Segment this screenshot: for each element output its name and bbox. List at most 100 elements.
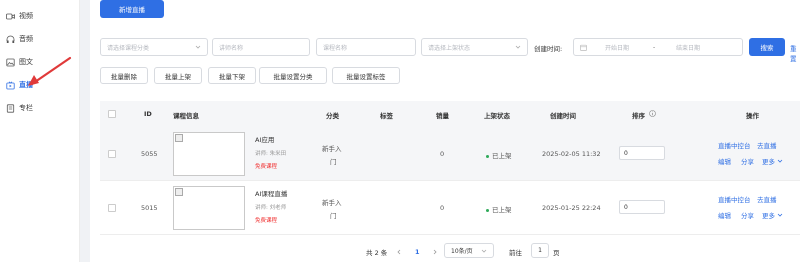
row-status: 已上架: [486, 204, 512, 214]
row-created: 2025-02-05 11:32: [542, 150, 601, 158]
header-actions: 操作: [746, 112, 759, 120]
sidebar-item-label: 音频: [19, 35, 33, 43]
goto-page-value: 1: [538, 247, 542, 254]
share-link[interactable]: 分享: [741, 156, 754, 166]
category-select[interactable]: 请选择课程分类: [100, 38, 208, 56]
sidebar-item-video[interactable]: 视频: [0, 6, 80, 26]
page-size-value: 10条/页: [451, 248, 473, 255]
more-label: 更多: [762, 212, 775, 220]
created-time-label: 创建时间:: [534, 45, 563, 53]
row-category: 新手入: [322, 199, 342, 207]
status-select[interactable]: 请选择上架状态: [421, 38, 528, 56]
sort-input[interactable]: 0: [619, 146, 665, 160]
reset-button[interactable]: 重置: [790, 43, 800, 63]
date-range-picker[interactable]: 开始日期 - 结束日期: [573, 38, 743, 56]
go-live-link[interactable]: 去直播: [757, 194, 777, 204]
go-live-link[interactable]: 去直播: [757, 140, 777, 150]
chevron-down-icon: [515, 45, 521, 49]
row-checkbox[interactable]: [108, 204, 116, 212]
edit-link[interactable]: 编辑: [718, 210, 731, 220]
header-id: ID: [144, 110, 152, 118]
teacher-placeholder: 讲师名称: [219, 44, 244, 52]
sort-input[interactable]: 0: [619, 200, 665, 214]
row-status: 已上架: [486, 150, 512, 160]
category-placeholder: 请选择课程分类: [107, 44, 150, 52]
goto-label: 前往: [509, 249, 522, 257]
row-sales: 0: [440, 204, 445, 212]
batch-set-category-button[interactable]: 批量设置分类: [259, 67, 327, 84]
header-category: 分类: [326, 112, 339, 120]
status-dot-icon: [486, 154, 489, 158]
course-title[interactable]: AI应用: [255, 134, 274, 144]
calendar-icon: [580, 44, 587, 51]
row-checkbox[interactable]: [108, 150, 116, 158]
more-dropdown[interactable]: 更多: [762, 210, 783, 220]
free-course-badge: 免费课程: [255, 218, 278, 224]
sort-value: 0: [624, 203, 628, 211]
header-status: 上架状态: [484, 112, 510, 120]
chevron-down-icon: [777, 159, 783, 163]
end-date-placeholder: 结束日期: [676, 44, 701, 52]
course-title[interactable]: AI课程直播: [255, 188, 287, 198]
share-link[interactable]: 分享: [741, 210, 754, 220]
more-label: 更多: [762, 158, 775, 166]
row-created: 2025-01-25 22:24: [542, 204, 601, 212]
sidebar-item-label: 视频: [19, 12, 33, 20]
date-range-separator: -: [653, 43, 656, 51]
search-button[interactable]: 搜索: [749, 38, 785, 56]
course-thumbnail[interactable]: [173, 186, 245, 230]
sidebar: 视频 音频 图文 直播 专栏: [0, 0, 80, 262]
edit-link[interactable]: 编辑: [718, 156, 731, 166]
info-icon[interactable]: [649, 110, 656, 117]
header-course-info: 课程信息: [173, 112, 199, 120]
red-arrow-annotation-icon: [28, 56, 72, 86]
app-window: 视频 音频 图文 直播 专栏 新增直播 请选择课程分类 讲师名称 课程名称 请选…: [0, 0, 800, 262]
broken-image-icon: [175, 134, 183, 142]
row-id: 5015: [141, 204, 158, 212]
batch-unpublish-button[interactable]: 批量下架: [208, 67, 256, 84]
live-icon: [6, 80, 15, 90]
current-page[interactable]: 1: [415, 246, 420, 258]
main-content: 新增直播 请选择课程分类 讲师名称 课程名称 请选择上架状态 创建时间: 开始日…: [90, 0, 800, 262]
chevron-down-icon: [481, 249, 487, 253]
prev-page-icon[interactable]: [396, 246, 402, 258]
batch-delete-button[interactable]: 批量删除: [100, 67, 148, 84]
page-size-select[interactable]: 10条/页: [444, 243, 494, 258]
chevron-down-icon: [195, 45, 201, 49]
course-teacher: 讲师: 刘老师: [255, 205, 287, 211]
pagination-total: 共 2 条: [366, 249, 388, 257]
row-category-wrap: 门: [330, 158, 337, 166]
batch-set-tags-button[interactable]: 批量设置标签: [332, 67, 400, 84]
goto-page-input[interactable]: 1: [531, 243, 549, 258]
live-console-link[interactable]: 直播中控台: [718, 140, 751, 150]
row-id: 5055: [141, 150, 158, 158]
broken-image-icon: [175, 188, 183, 196]
teacher-input[interactable]: 讲师名称: [212, 38, 310, 56]
status-dot-icon: [486, 208, 489, 212]
chevron-down-icon: [777, 213, 783, 217]
next-page-icon[interactable]: [432, 246, 438, 258]
video-icon: [6, 12, 15, 21]
course-name-placeholder: 课程名称: [323, 44, 348, 52]
sidebar-item-column[interactable]: 专栏: [0, 98, 80, 118]
table-row: 5015 AI课程直播 讲师: 刘老师 免费课程 新手入 门 0 已上架 202…: [100, 181, 800, 235]
course-name-input[interactable]: 课程名称: [316, 38, 416, 56]
table-row: 5055 AI应用 讲师: 朱米田 免费课程 新手入 门 0 已上架 2025-…: [100, 127, 800, 181]
sidebar-item-audio[interactable]: 音频: [0, 29, 80, 49]
header-sort: 排序: [632, 112, 645, 120]
header-tags: 标签: [380, 112, 393, 120]
batch-publish-button[interactable]: 批量上架: [154, 67, 202, 84]
table-header: ID 课程信息 分类 标签 销量 上架状态 创建时间 排序 操作: [100, 101, 800, 127]
live-console-link[interactable]: 直播中控台: [718, 194, 751, 204]
more-dropdown[interactable]: 更多: [762, 156, 783, 166]
new-live-button[interactable]: 新增直播: [100, 0, 164, 18]
course-thumbnail[interactable]: [173, 132, 245, 176]
row-category-wrap: 门: [330, 212, 337, 220]
header-created: 创建时间: [550, 112, 576, 120]
row-category: 新手入: [322, 145, 342, 153]
headphones-icon: [6, 35, 15, 44]
image-text-icon: [6, 58, 15, 67]
status-placeholder: 请选择上架状态: [428, 44, 471, 52]
select-all-checkbox[interactable]: [108, 110, 116, 118]
start-date-placeholder: 开始日期: [605, 44, 630, 52]
